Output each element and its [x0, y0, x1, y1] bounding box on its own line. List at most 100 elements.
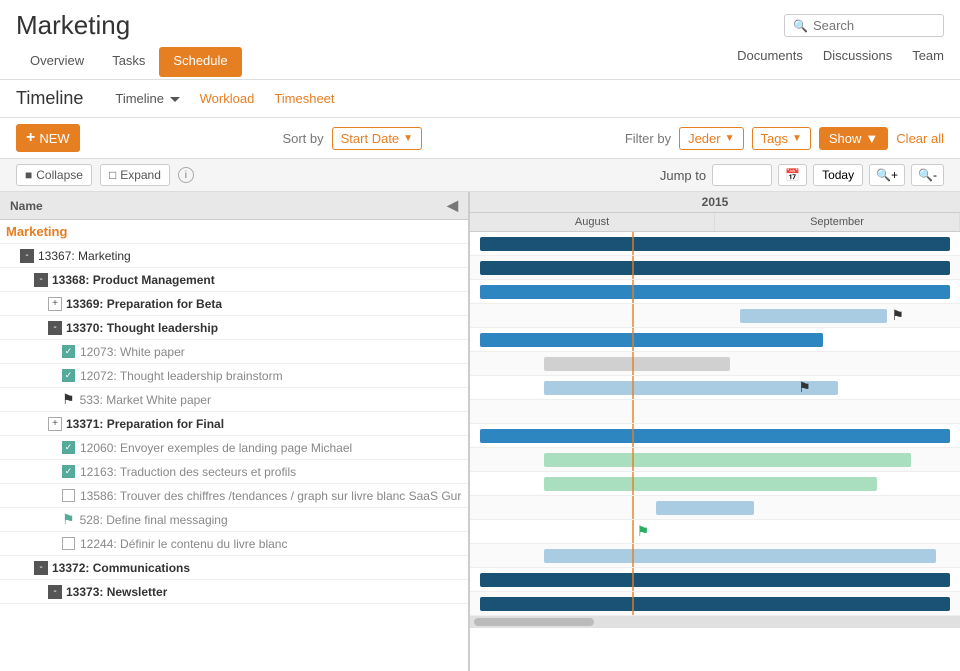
list-item[interactable]: Marketing — [0, 220, 468, 244]
gantt-bar[interactable] — [480, 333, 823, 347]
info-icon[interactable]: i — [178, 167, 194, 183]
list-item[interactable]: 13586: Trouver des chiffres /tendances /… — [0, 484, 468, 508]
list-item[interactable]: ✓ 12163: Traduction des secteurs et prof… — [0, 460, 468, 484]
gantt-bar[interactable] — [544, 357, 730, 371]
today-button[interactable]: Today — [813, 164, 863, 186]
list-item[interactable]: - 13367: Marketing — [0, 244, 468, 268]
nav-link-team[interactable]: Team — [912, 48, 944, 71]
today-line — [632, 328, 634, 351]
timeline-toolbar: Timeline Timeline Workload Timesheet — [0, 80, 960, 118]
gantt-scrollbar-thumb[interactable] — [474, 618, 594, 626]
expand-icon[interactable]: - — [34, 561, 48, 575]
list-item[interactable]: ⚑ 533: Market White paper — [0, 388, 468, 412]
gantt-panel: 2015 August September ⚑⚑⚑ — [470, 192, 960, 671]
search-box[interactable]: 🔍 — [784, 14, 944, 37]
gantt-row — [470, 592, 960, 616]
gantt-month-september: September — [715, 213, 960, 231]
checkbox-icon[interactable] — [62, 537, 75, 550]
checkbox-icon[interactable]: ✓ — [62, 465, 75, 478]
gantt-bar[interactable] — [480, 285, 950, 299]
today-line — [632, 256, 634, 279]
header-top: Marketing 🔍 — [16, 10, 944, 41]
gantt-bar[interactable] — [544, 453, 912, 467]
expand-plus-icon: □ — [109, 168, 116, 182]
expand-icon[interactable]: - — [48, 585, 62, 599]
gantt-row: ⚑ — [470, 376, 960, 400]
expand-icon[interactable]: - — [20, 249, 34, 263]
task-label: 13586: Trouver des chiffres /tendances /… — [80, 489, 461, 503]
filter-arrow-icon: ▼ — [725, 133, 735, 144]
gantt-bar[interactable] — [480, 261, 950, 275]
green-flag-icon: ⚑ — [637, 523, 650, 540]
show-button[interactable]: Show ▼ — [819, 127, 888, 150]
nav-tab-schedule[interactable]: Schedule — [159, 47, 241, 77]
clear-all-link[interactable]: Clear all — [896, 131, 944, 146]
today-line — [632, 280, 634, 303]
today-line — [632, 400, 634, 423]
expand-icon[interactable]: + — [48, 417, 62, 431]
checkbox-icon[interactable]: ✓ — [62, 441, 75, 454]
sub-tab-workload[interactable]: Workload — [196, 89, 259, 108]
today-line — [632, 568, 634, 591]
gantt-bar[interactable] — [480, 237, 950, 251]
gantt-bar[interactable] — [544, 477, 877, 491]
expand-icon[interactable]: - — [34, 273, 48, 287]
filter-dropdown[interactable]: Jeder ▼ — [679, 127, 743, 150]
list-item[interactable]: 12244: Définir le contenu du livre blanc — [0, 532, 468, 556]
list-item[interactable]: - 13372: Communications — [0, 556, 468, 580]
nav-link-discussions[interactable]: Discussions — [823, 48, 892, 71]
sort-dropdown[interactable]: Start Date ▼ — [332, 127, 422, 150]
gantt-bar[interactable] — [656, 501, 754, 515]
sub-tab-timeline[interactable]: Timeline — [111, 89, 183, 108]
gantt-bar[interactable] — [544, 381, 838, 395]
list-item[interactable]: ✓ 12072: Thought leadership brainstorm — [0, 364, 468, 388]
checkbox-icon[interactable]: ✓ — [62, 345, 75, 358]
gantt-bar[interactable] — [480, 429, 950, 443]
list-item[interactable]: + 13369: Preparation for Beta — [0, 292, 468, 316]
collapse-button[interactable]: ■ Collapse — [16, 164, 92, 186]
gantt-bar[interactable] — [480, 573, 950, 587]
list-item[interactable]: - 13368: Product Management — [0, 268, 468, 292]
task-label: 12060: Envoyer exemples de landing page … — [80, 441, 352, 455]
gantt-bar[interactable] — [544, 549, 936, 563]
calendar-icon-button[interactable]: 📅 — [778, 164, 807, 186]
expand-button[interactable]: □ Expand — [100, 164, 170, 186]
nav-tab-tasks[interactable]: Tasks — [98, 47, 159, 79]
task-label: 533: Market White paper — [80, 393, 211, 407]
list-item[interactable]: ✓ 12060: Envoyer exemples de landing pag… — [0, 436, 468, 460]
expand-icon[interactable]: - — [48, 321, 62, 335]
list-item[interactable]: - 13373: Newsletter — [0, 580, 468, 604]
tags-dropdown[interactable]: Tags ▼ — [752, 127, 811, 150]
jump-to: Jump to 📅 Today 🔍+ 🔍- — [660, 164, 944, 186]
task-list-header: Name ◀ — [0, 192, 468, 220]
zoom-out-button[interactable]: 🔍- — [911, 164, 944, 186]
new-button[interactable]: + NEW — [16, 124, 80, 152]
collapse-label: Collapse — [36, 168, 83, 182]
gantt-row: ⚑ — [470, 304, 960, 328]
jump-to-input[interactable] — [712, 164, 772, 186]
nav-tab-overview[interactable]: Overview — [16, 47, 98, 79]
expand-icon[interactable]: + — [48, 297, 62, 311]
task-label: 12073: White paper — [80, 345, 185, 359]
task-label: 12244: Définir le contenu du livre blanc — [80, 537, 287, 551]
list-item[interactable]: ⚑ 528: Define final messaging — [0, 508, 468, 532]
nav-right: Documents Discussions Team — [737, 48, 944, 79]
list-item[interactable]: + 13371: Preparation for Final — [0, 412, 468, 436]
checkbox-icon[interactable] — [62, 489, 75, 502]
tags-arrow-icon: ▼ — [792, 133, 802, 144]
collapse-panel-icon[interactable]: ◀ — [447, 197, 458, 214]
sub-tab-timesheet[interactable]: Timesheet — [270, 89, 338, 108]
checkbox-icon[interactable]: ✓ — [62, 369, 75, 382]
zoom-in-button[interactable]: 🔍+ — [869, 164, 905, 186]
gantt-row — [470, 544, 960, 568]
list-item[interactable]: - 13370: Thought leadership — [0, 316, 468, 340]
gantt-scrollbar[interactable] — [470, 616, 960, 628]
gantt-bar[interactable] — [740, 309, 887, 323]
list-item[interactable]: ✓ 12073: White paper — [0, 340, 468, 364]
gantt-row: ⚑ — [470, 520, 960, 544]
search-input[interactable] — [813, 18, 933, 33]
nav-link-documents[interactable]: Documents — [737, 48, 803, 71]
gantt-row — [470, 472, 960, 496]
gantt-bar[interactable] — [480, 597, 950, 611]
today-line — [632, 472, 634, 495]
